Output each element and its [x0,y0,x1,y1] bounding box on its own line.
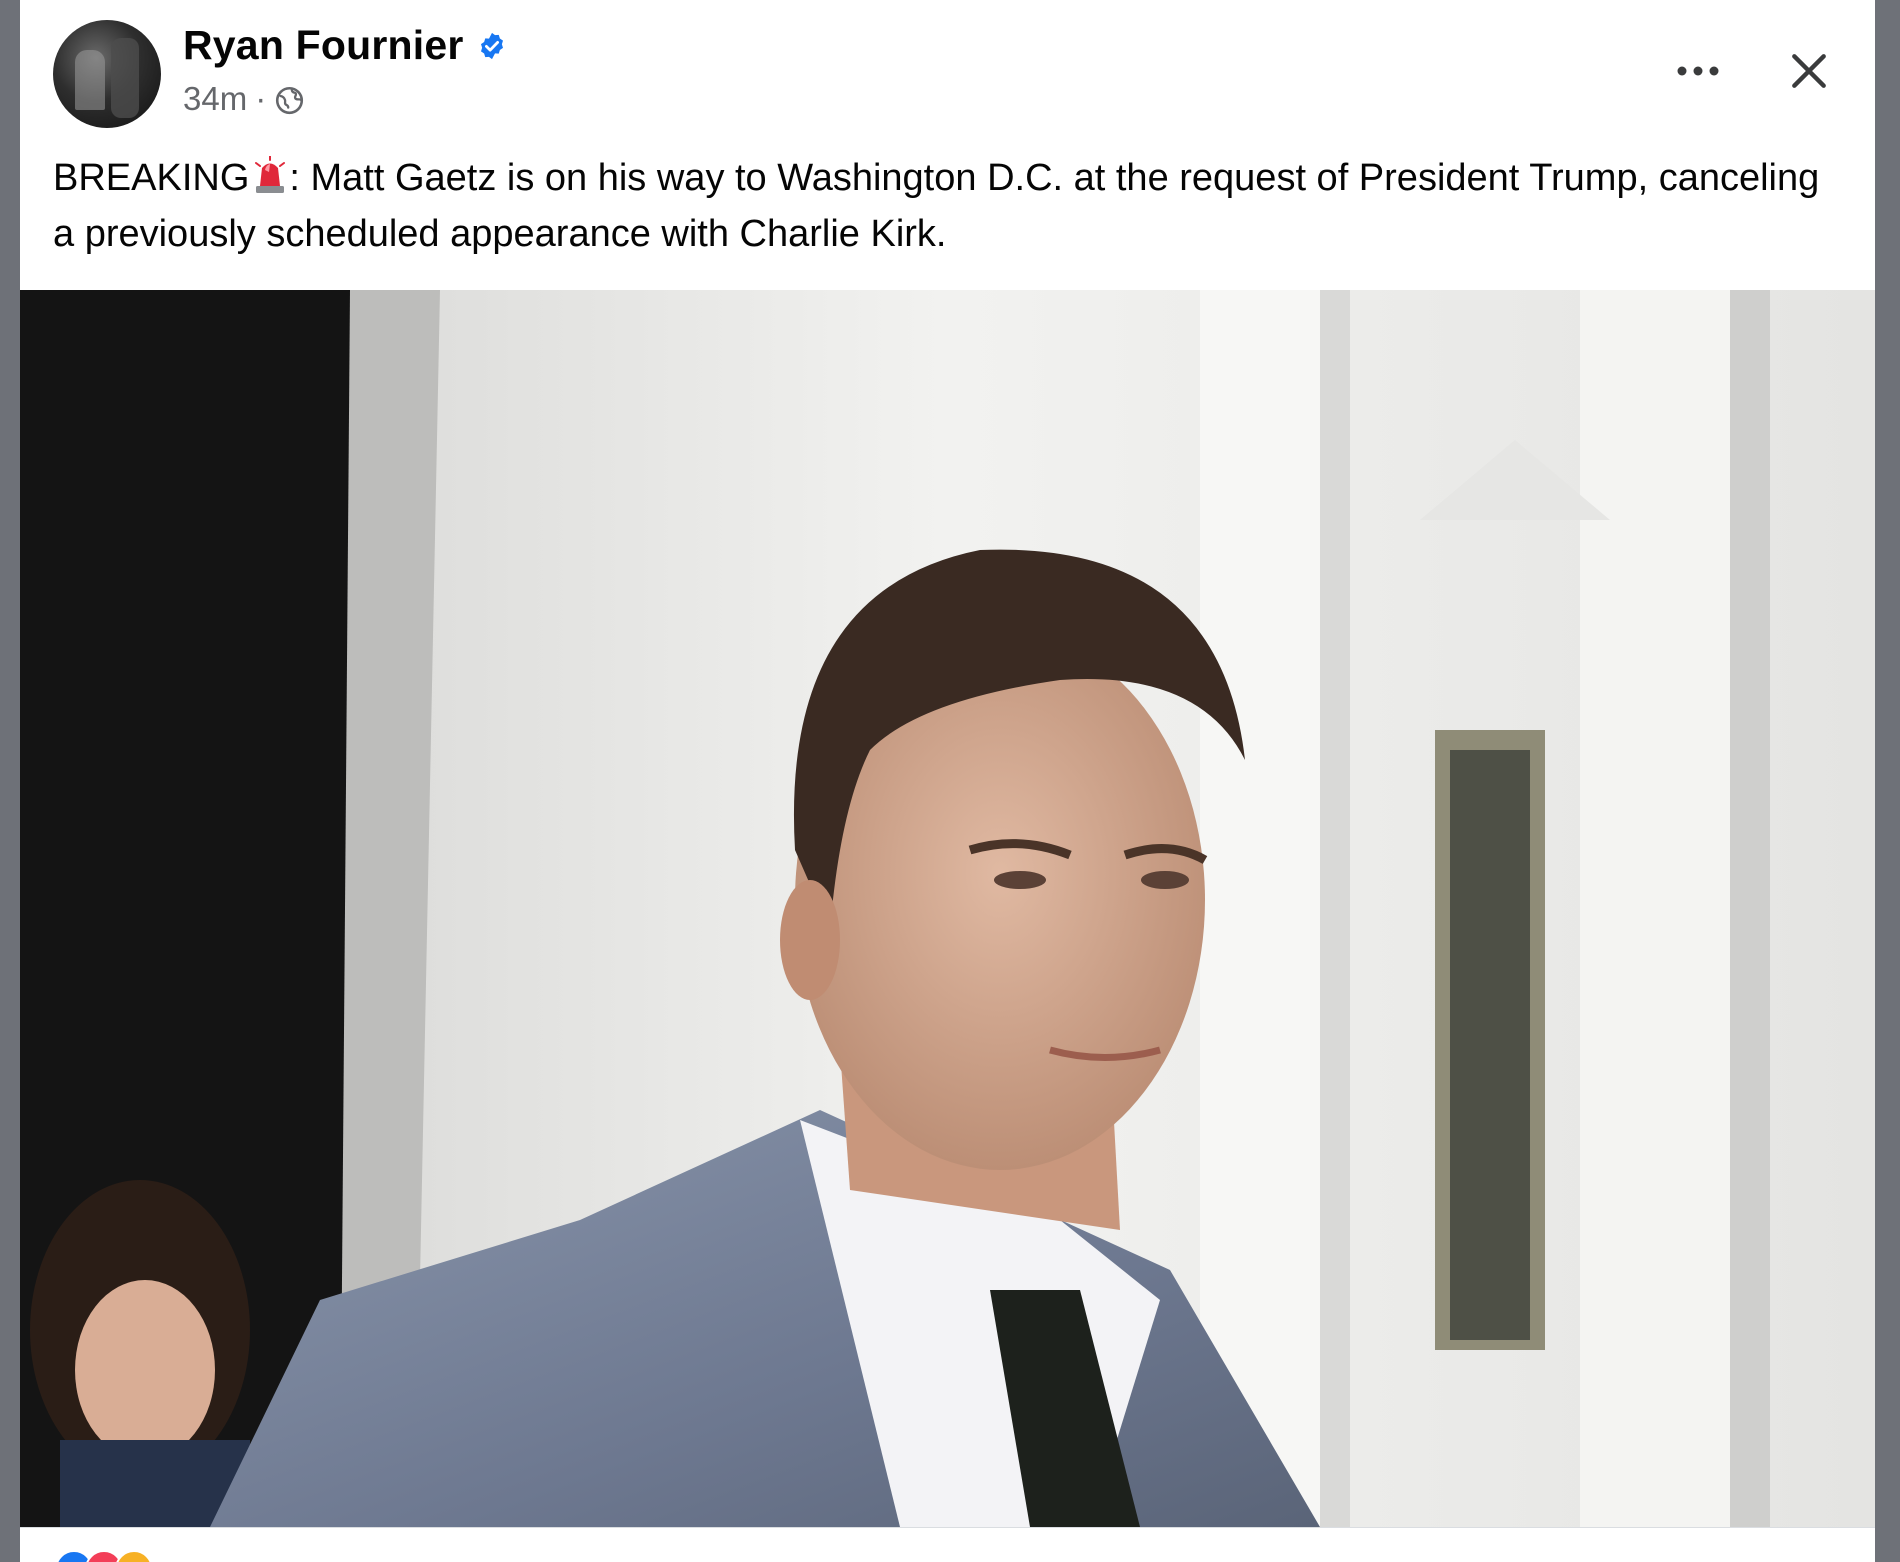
post-text-breaking: BREAKING [53,157,250,199]
post-timestamp[interactable]: 34m [183,80,247,118]
close-icon [1792,54,1826,88]
globe-icon[interactable] [274,85,305,116]
post-card: Ryan Fournier 34m · BREAKING: Matt Gaet… [20,0,1875,1562]
author-name-row: Ryan Fournier [183,22,507,69]
post-photo[interactable] [20,290,1875,1527]
post-text-body: : Matt Gaetz is on his way to Washington… [53,157,1820,255]
more-options-button[interactable] [1667,40,1729,102]
police-siren-icon [253,155,287,196]
post-meta: 34m · [183,80,305,118]
care-reaction-icon [115,1550,153,1562]
reaction-bar [20,1527,1875,1562]
more-dots-icon [1677,66,1719,76]
meta-separator: · [255,80,267,117]
verified-badge-icon [477,31,507,61]
post-header: Ryan Fournier 34m · [20,0,1875,140]
author-name[interactable]: Ryan Fournier [183,22,464,69]
author-avatar[interactable] [53,20,161,128]
post-body-text: BREAKING : Matt Gaetz is on his way to W… [53,150,1843,262]
close-button[interactable] [1778,40,1840,102]
reaction-icons[interactable] [55,1550,153,1562]
